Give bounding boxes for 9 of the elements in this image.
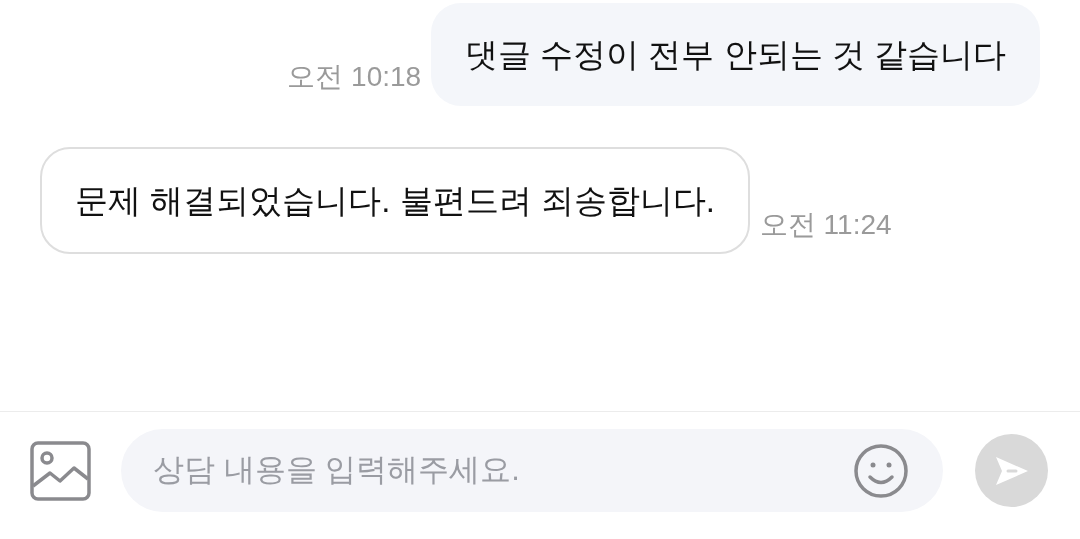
message-bubble: 문제 해결되었습니다. 불편드려 죄송합니다.	[40, 147, 750, 254]
smiley-icon[interactable]	[853, 442, 909, 499]
message-input[interactable]: 상담 내용을 입력해주세요.	[153, 447, 853, 494]
message-field[interactable]: 상담 내용을 입력해주세요.	[121, 429, 943, 512]
message-time: 오전 11:24	[759, 208, 892, 242]
message-time: 오전 10:18	[287, 60, 422, 94]
send-icon	[993, 454, 1030, 487]
image-icon[interactable]	[30, 440, 91, 501]
message-bubble: 댓글 수정이 전부 안되는 것 같습니다	[431, 3, 1040, 106]
